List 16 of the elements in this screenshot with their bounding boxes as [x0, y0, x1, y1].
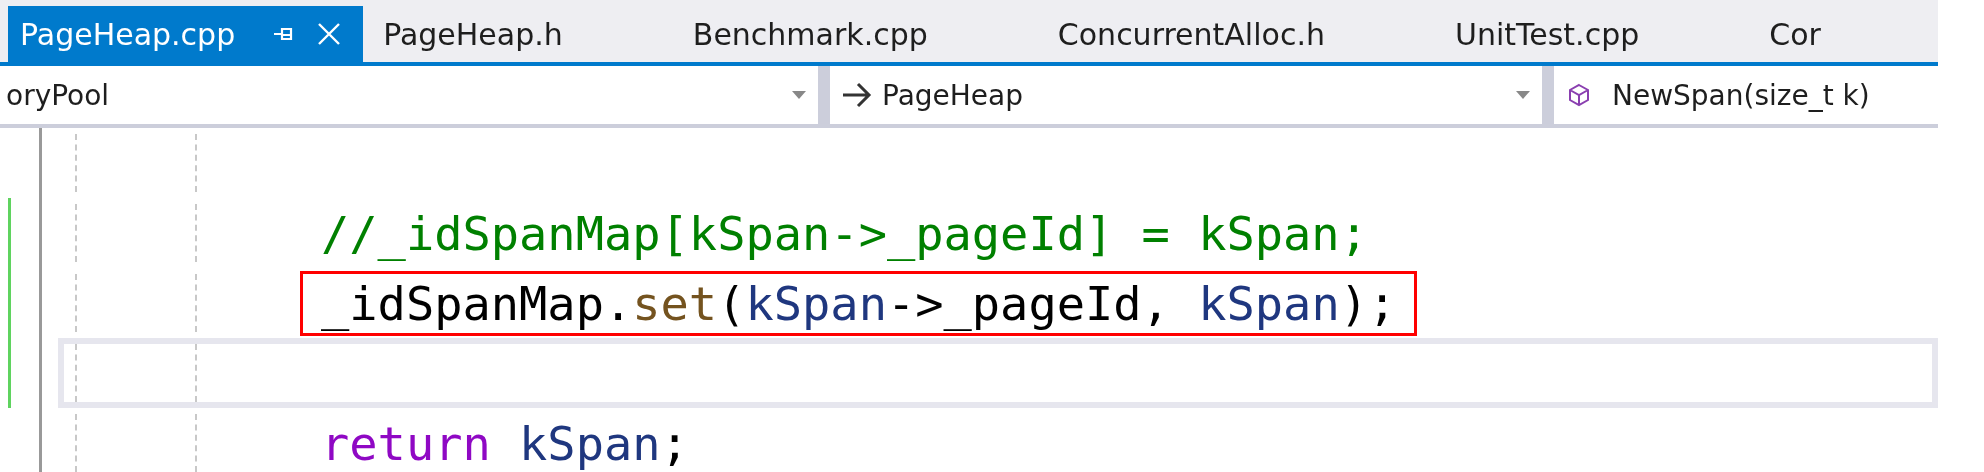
file-tab[interactable]: ConcurrentAlloc.h — [1037, 6, 1435, 62]
file-tab[interactable]: Cor — [1749, 6, 1931, 62]
file-tab[interactable]: UnitTest.cpp — [1434, 6, 1750, 62]
caret-icon — [1516, 91, 1530, 99]
scope-dropdown[interactable]: oryPool — [0, 66, 830, 124]
file-tab[interactable]: PageHeap.cpp — [8, 6, 364, 62]
code-line: return kSpan; — [320, 414, 690, 472]
code-line: //_idSpanMap[kSpan->_pageId] = kSpan; — [320, 204, 1369, 263]
arrow-icon — [842, 82, 872, 108]
caret-icon — [792, 91, 806, 99]
close-icon[interactable] — [317, 22, 342, 46]
member-dropdown[interactable]: NewSpan(size_t k) — [1554, 66, 1938, 124]
cube-icon — [1568, 83, 1590, 107]
type-dropdown[interactable]: PageHeap — [830, 66, 1554, 124]
file-tab[interactable]: Benchmark.cpp — [672, 6, 1038, 62]
file-tab[interactable]: PageHeap.h — [363, 6, 673, 62]
